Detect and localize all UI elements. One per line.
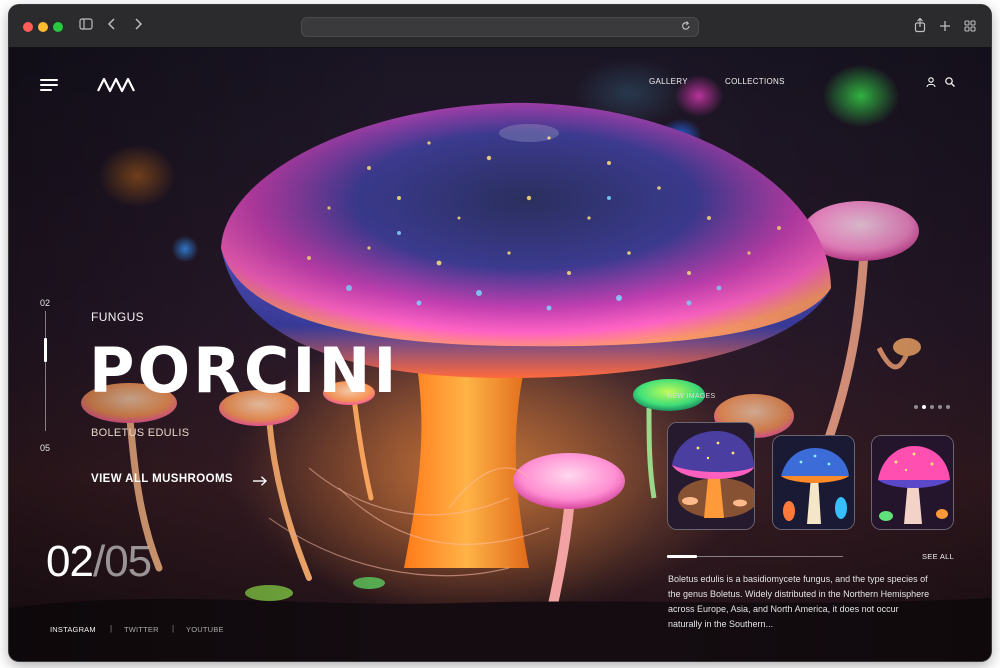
- browser-window: GALLERY COLLECTIONS 02 05 FUNGUS PORCINI…: [9, 5, 991, 661]
- social-link-youtube[interactable]: YOUTUBE: [186, 625, 224, 634]
- social-separator: |: [110, 624, 113, 633]
- carousel-dot[interactable]: [914, 405, 918, 409]
- arrow-right-icon[interactable]: [252, 474, 268, 486]
- search-icon[interactable]: [944, 75, 956, 87]
- social-link-twitter[interactable]: TWITTER: [124, 625, 159, 634]
- mushroom-description: Boletus edulis is a basidiomycete fungus…: [668, 574, 930, 629]
- slide-counter-separator: /: [92, 537, 105, 586]
- browser-toolbar: [9, 5, 991, 48]
- menu-icon[interactable]: [40, 79, 58, 92]
- thumbnail-3[interactable]: [871, 435, 954, 530]
- social-link-instagram[interactable]: INSTAGRAM: [50, 625, 96, 634]
- gallery-progress-fill: [667, 555, 697, 558]
- new-tab-icon[interactable]: [939, 18, 951, 36]
- minimize-window-button[interactable]: [38, 22, 48, 32]
- thumbnail-2[interactable]: [772, 435, 855, 530]
- zoom-window-button[interactable]: [53, 22, 63, 32]
- thumbnail-1[interactable]: [667, 422, 755, 530]
- social-separator: |: [172, 624, 175, 633]
- logo[interactable]: [97, 76, 135, 94]
- tab-overview-icon[interactable]: [964, 18, 976, 36]
- hero-eyebrow: FUNGUS: [91, 310, 145, 324]
- hero-section: GALLERY COLLECTIONS 02 05 FUNGUS PORCINI…: [9, 48, 991, 661]
- slide-counter-total: 05: [104, 537, 152, 586]
- carousel-dot-active[interactable]: [922, 405, 926, 409]
- share-icon[interactable]: [914, 17, 926, 37]
- hero-subtitle: BOLETUS EDULIS: [91, 427, 190, 439]
- carousel-dot[interactable]: [930, 405, 934, 409]
- see-all-link[interactable]: SEE ALL: [922, 552, 954, 561]
- slide-counter: 02/05: [46, 537, 152, 586]
- nav-link-collections[interactable]: COLLECTIONS: [725, 77, 785, 86]
- forward-icon[interactable]: [132, 17, 144, 35]
- rail-start-number: 02: [40, 298, 51, 308]
- sidebar-icon[interactable]: [79, 17, 93, 35]
- slide-rail[interactable]: [45, 311, 46, 431]
- close-window-button[interactable]: [23, 22, 33, 32]
- hero-title: PORCINI: [89, 334, 400, 407]
- address-bar[interactable]: [301, 17, 699, 37]
- slide-counter-current: 02: [46, 537, 94, 586]
- back-icon[interactable]: [106, 17, 118, 35]
- new-images-label: NEW IMAGES: [667, 393, 716, 400]
- slide-rail-indicator: [44, 338, 47, 362]
- carousel-dot[interactable]: [938, 405, 942, 409]
- rail-end-number: 05: [40, 443, 51, 453]
- carousel-dot[interactable]: [946, 405, 950, 409]
- user-icon[interactable]: [925, 75, 937, 88]
- nav-link-gallery[interactable]: GALLERY: [649, 77, 688, 86]
- reload-icon[interactable]: [681, 20, 691, 35]
- view-all-mushrooms-link[interactable]: VIEW ALL MUSHROOMS: [91, 473, 233, 485]
